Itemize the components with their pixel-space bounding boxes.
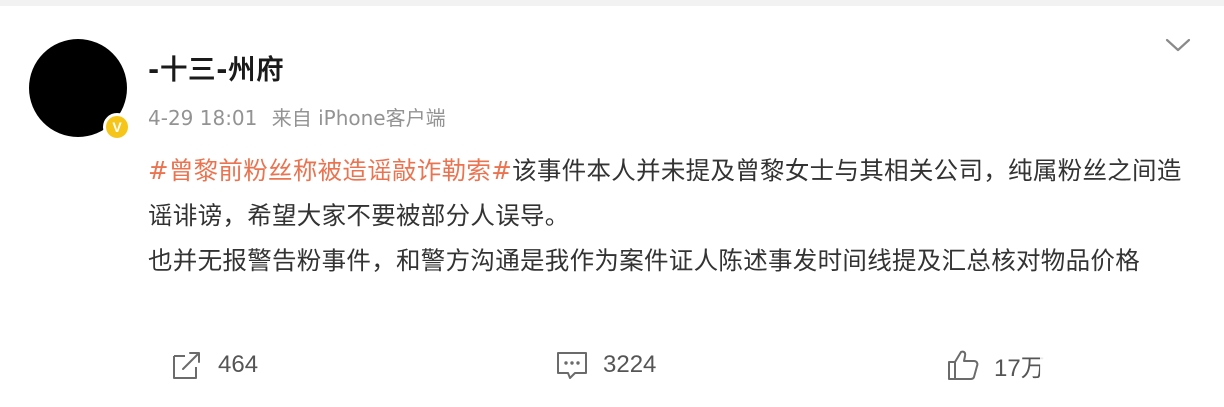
more-options-button[interactable] (1163, 30, 1193, 60)
weibo-post-card: V -十三-州府 4-29 18:01 来自 iPhone客户端 #曾黎前粉丝称… (0, 6, 1224, 407)
comment-count: 3224 (603, 351, 657, 378)
post-meta: 4-29 18:01 来自 iPhone客户端 (148, 102, 446, 131)
repost-count: 464 (218, 351, 259, 378)
post-body-line-2: 也并无报警告粉事件，和警方沟通是我作为案件证人陈述事发时间线提及汇总核对物品价格 (148, 246, 1140, 275)
post-content: #曾黎前粉丝称被造谣敲诈勒索#该事件本人并未提及曾黎女士与其相关公司，纯属粉丝之… (148, 148, 1188, 283)
like-button[interactable]: 17万 (946, 345, 1045, 385)
comment-button[interactable]: 3224 (555, 345, 656, 385)
post-time[interactable]: 4-29 18:01 (148, 106, 257, 130)
post-paragraph-1: #曾黎前粉丝称被造谣敲诈勒索#该事件本人并未提及曾黎女士与其相关公司，纯属粉丝之… (148, 148, 1188, 238)
username[interactable]: -十三-州府 (148, 48, 284, 87)
chevron-down-icon (1165, 38, 1191, 52)
watermark-overlay (1040, 355, 1210, 389)
comment-icon (557, 352, 587, 379)
share-icon (173, 352, 200, 379)
repost-button[interactable]: 464 (170, 345, 258, 385)
like-count: 17万 (994, 354, 1045, 382)
post-source: 来自 iPhone客户端 (271, 106, 446, 130)
topic-hashtag-link[interactable]: #曾黎前粉丝称被造谣敲诈勒索# (148, 156, 512, 185)
verified-badge-icon: V (103, 113, 131, 141)
thumbs-up-icon (948, 350, 979, 380)
